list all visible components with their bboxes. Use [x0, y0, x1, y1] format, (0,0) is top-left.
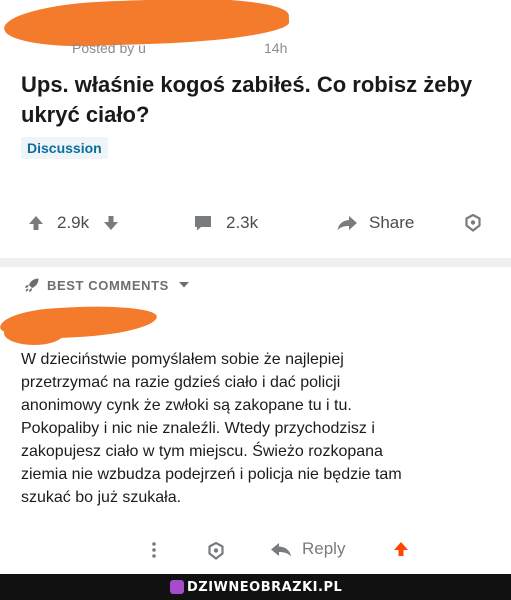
redaction-scribble [3, 0, 290, 49]
post-title[interactable]: Ups. właśnie kogoś zabiłeś. Co robisz że… [21, 70, 491, 130]
comment-bubble-icon [195, 216, 211, 231]
share-label[interactable]: Share [369, 205, 414, 241]
reply-button[interactable]: Reply [302, 539, 345, 559]
comment-count: 2.3k [226, 213, 259, 232]
post-header: Posted by u 14h [0, 0, 511, 62]
comment-line: anonimowy cynk że zwłoki są zakopane tu … [21, 397, 352, 414]
watermark-bar: DZIWNEOBRAZKI.PL [0, 574, 511, 600]
award-button[interactable] [463, 205, 483, 241]
share-button[interactable] [336, 205, 358, 241]
share-arrow-icon [337, 216, 357, 231]
comments-button[interactable] [193, 205, 213, 241]
rocket-icon [25, 278, 39, 292]
arrow-up-icon [29, 216, 43, 230]
sort-label[interactable]: BEST COMMENTS [47, 278, 169, 293]
section-divider [0, 258, 511, 267]
award-icon [465, 213, 481, 232]
comment-line: ziemia nie wzbudza podejrzeń i policja n… [21, 466, 402, 483]
chevron-down-icon[interactable] [178, 281, 190, 289]
comment-line: zakopujesz ciało w tym miejscu. Świeżo r… [21, 443, 383, 460]
comment-sort-bar[interactable]: BEST COMMENTS [0, 267, 511, 301]
posted-by-label[interactable]: Posted by u [72, 40, 146, 56]
post-action-bar: 2.9k 2.3k Share [0, 205, 511, 241]
post-flair[interactable]: Discussion [21, 137, 108, 159]
watermark-text: DZIWNEOBRAZKI.PL [187, 579, 343, 595]
comment-line: przetrzymać na razie gdzieś ciało i dać … [21, 374, 341, 391]
redaction-scribble-author-tail [4, 321, 64, 345]
arrow-down-icon [104, 216, 118, 230]
comment-action-bar: Reply [0, 534, 511, 566]
upvote-button[interactable] [27, 205, 45, 241]
comment-line: W dzieciństwie pomyślałem sobie że najle… [21, 351, 344, 368]
watermark: DZIWNEOBRAZKI.PL [170, 579, 342, 595]
post-timestamp: 14h [264, 40, 288, 56]
vote-count: 2.9k [57, 213, 90, 232]
comment-line: szukać bo już szukała. [21, 489, 182, 506]
more-options-icon[interactable] [150, 540, 158, 560]
downvote-button[interactable] [102, 205, 120, 241]
comment-body: W dzieciństwie pomyślałem sobie że najle… [21, 348, 491, 509]
upvote-icon[interactable] [392, 540, 410, 558]
site-logo-icon [170, 580, 184, 594]
comment-line: Pokopaliby i nic nie znaleźli. Wtedy prz… [21, 420, 375, 437]
reply-arrow-icon[interactable] [270, 542, 292, 558]
award-icon[interactable] [206, 541, 226, 561]
